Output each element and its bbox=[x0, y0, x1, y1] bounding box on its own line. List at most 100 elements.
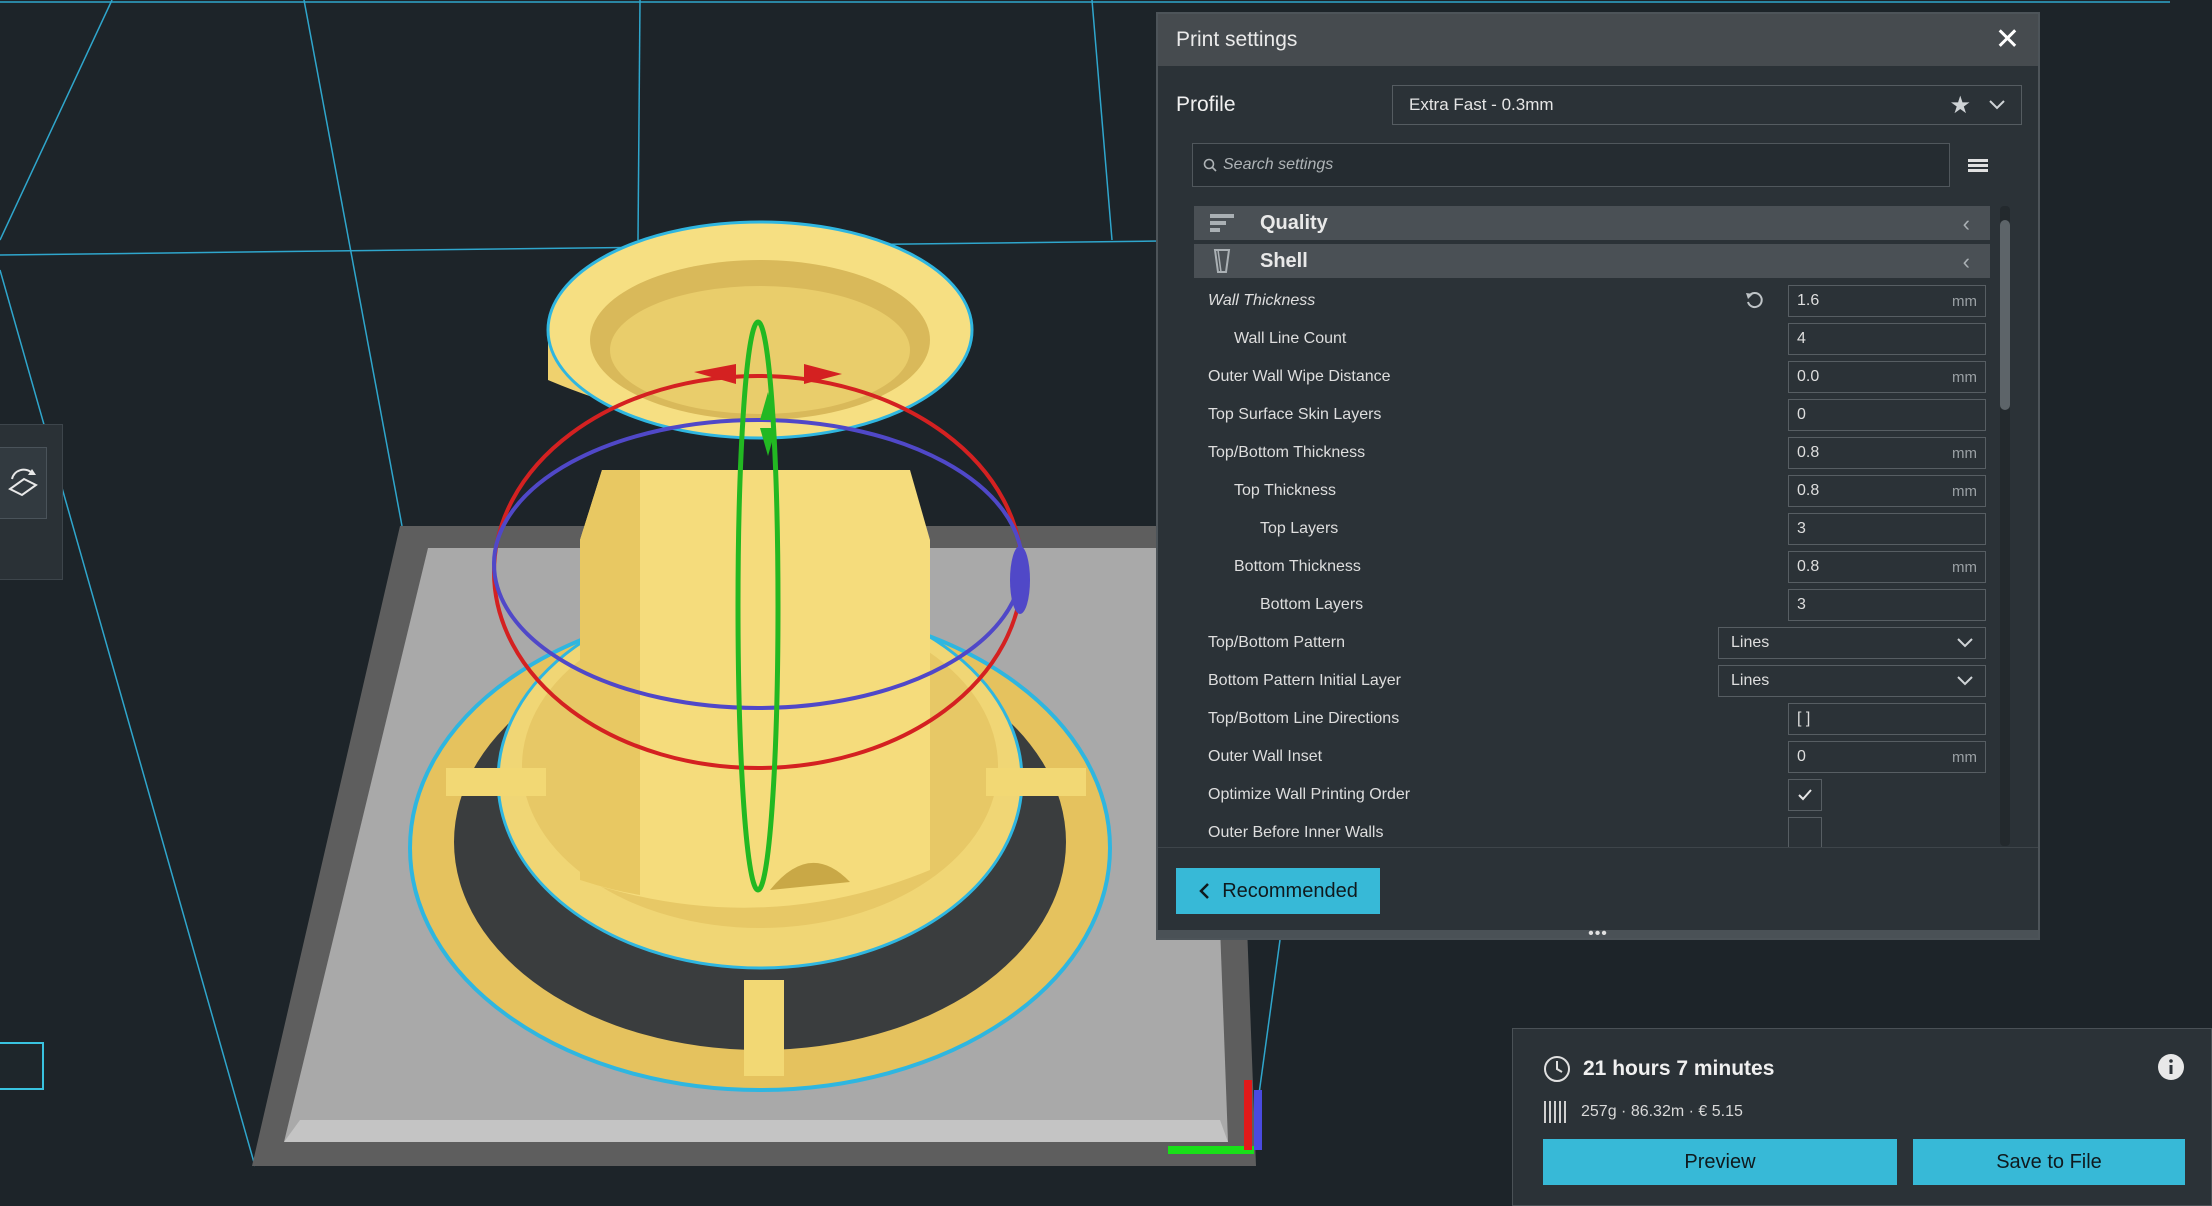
settings-scroll-thumb[interactable] bbox=[2000, 220, 2010, 410]
info-icon[interactable] bbox=[2157, 1053, 2185, 1086]
select-value: Lines bbox=[1731, 672, 1770, 689]
setting-top-surface-skin-layers: Top Surface Skin Layers 0 bbox=[1194, 396, 1990, 434]
left-panel-input[interactable] bbox=[0, 1042, 44, 1090]
top-bottom-pattern-select[interactable]: Lines bbox=[1718, 627, 1986, 659]
search-icon bbox=[1203, 158, 1217, 172]
field-unit: mm bbox=[1952, 482, 1977, 500]
top-surface-skin-layers-field[interactable]: 0 bbox=[1788, 399, 1986, 431]
setting-label: Bottom Thickness bbox=[1234, 558, 1361, 575]
close-icon[interactable]: ✕ bbox=[1995, 25, 2020, 55]
setting-top-layers: Top Layers 3 bbox=[1194, 510, 1990, 548]
category-quality[interactable]: Quality ‹ bbox=[1194, 206, 1990, 240]
field-unit: mm bbox=[1952, 292, 1977, 310]
outer-before-inner-walls-checkbox[interactable] bbox=[1788, 817, 1822, 849]
category-label: Quality bbox=[1260, 211, 1328, 234]
wall-line-count-field[interactable]: 4 bbox=[1788, 323, 1986, 355]
setting-label: Bottom Pattern Initial Layer bbox=[1208, 672, 1401, 689]
search-row: Search settings bbox=[1192, 142, 2006, 188]
outer-wall-wipe-distance-field[interactable]: 0.0 mm bbox=[1788, 361, 1986, 393]
setting-top-thickness: Top Thickness 0.8 mm bbox=[1194, 472, 1990, 510]
quality-icon bbox=[1208, 211, 1236, 235]
chevron-left-icon bbox=[1199, 883, 1210, 899]
recommended-label: Recommended bbox=[1222, 879, 1358, 902]
setting-label: Top/Bottom Line Directions bbox=[1208, 710, 1400, 727]
chevron-left-icon: ‹ bbox=[1962, 249, 1970, 274]
material-stats-text: 257g · 86.32m · € 5.15 bbox=[1581, 1103, 1743, 1120]
field-unit: mm bbox=[1952, 444, 1977, 462]
preview-button[interactable]: Preview bbox=[1543, 1139, 1897, 1185]
field-value: [ ] bbox=[1797, 710, 1811, 727]
material-stats: 257g · 86.32m · € 5.15 bbox=[1543, 1099, 1743, 1125]
field-value: 4 bbox=[1797, 330, 1806, 347]
setting-label: Outer Wall Wipe Distance bbox=[1208, 368, 1391, 385]
setting-label: Outer Wall Inset bbox=[1208, 748, 1323, 765]
settings-list[interactable]: Quality ‹ Shell ‹ Wall Thickness 1.6 mm … bbox=[1194, 206, 1990, 854]
bottom-layers-field[interactable]: 3 bbox=[1788, 589, 1986, 621]
profile-label: Profile bbox=[1176, 93, 1236, 116]
profile-row: Profile Extra Fast - 0.3mm ★ bbox=[1176, 84, 2022, 126]
select-value: Lines bbox=[1731, 634, 1770, 651]
setting-label: Top Surface Skin Layers bbox=[1208, 406, 1382, 423]
optimize-wall-printing-order-checkbox[interactable] bbox=[1788, 779, 1822, 811]
setting-top-bottom-pattern: Top/Bottom Pattern Lines bbox=[1194, 624, 1990, 662]
field-value: 0 bbox=[1797, 406, 1806, 423]
search-input[interactable]: Search settings bbox=[1192, 143, 1950, 187]
wall-thickness-field[interactable]: 1.6 mm bbox=[1788, 285, 1986, 317]
setting-label: Optimize Wall Printing Order bbox=[1208, 786, 1411, 803]
clock-icon bbox=[1544, 1056, 1570, 1082]
setting-label: Top/Bottom Thickness bbox=[1208, 444, 1366, 461]
rotate-tool-button[interactable] bbox=[0, 447, 47, 519]
save-to-file-button[interactable]: Save to File bbox=[1913, 1139, 2185, 1185]
outer-wall-inset-field[interactable]: 0 mm bbox=[1788, 741, 1986, 773]
spool-icon bbox=[1544, 1101, 1566, 1123]
chevron-down-icon bbox=[1989, 100, 2005, 110]
field-unit: mm bbox=[1952, 368, 1977, 386]
profile-select[interactable]: Extra Fast - 0.3mm ★ bbox=[1392, 85, 2022, 125]
top-layers-field[interactable]: 3 bbox=[1788, 513, 1986, 545]
top-bottom-line-directions-field[interactable]: [ ] bbox=[1788, 703, 1986, 735]
panel-header: Print settings ✕ bbox=[1158, 14, 2038, 66]
rotate-tool-icon bbox=[8, 468, 38, 497]
setting-outer-wall-wipe-distance: Outer Wall Wipe Distance 0.0 mm bbox=[1194, 358, 1990, 396]
panel-resize-handle[interactable]: ••• bbox=[1158, 926, 2038, 942]
field-value: 0.8 bbox=[1797, 482, 1820, 499]
star-icon[interactable]: ★ bbox=[1949, 91, 1971, 120]
print-settings-panel: Print settings ✕ Profile Extra Fast - 0.… bbox=[1156, 12, 2040, 942]
setting-bottom-pattern-initial-layer: Bottom Pattern Initial Layer Lines bbox=[1194, 662, 1990, 700]
search-placeholder: Search settings bbox=[1223, 156, 1334, 173]
setting-wall-thickness: Wall Thickness 1.6 mm bbox=[1194, 282, 1990, 320]
setting-outer-wall-inset: Outer Wall Inset 0 mm bbox=[1194, 738, 1990, 776]
job-specs-panel: 21 hours 7 minutes 257g · 86.32m · € 5.1… bbox=[1512, 1028, 2212, 1206]
setting-bottom-thickness: Bottom Thickness 0.8 mm bbox=[1194, 548, 1990, 586]
chevron-left-icon: ‹ bbox=[1962, 211, 1970, 236]
setting-label: Bottom Layers bbox=[1260, 596, 1364, 613]
shell-icon bbox=[1208, 249, 1236, 273]
reset-icon[interactable] bbox=[1744, 290, 1764, 315]
category-label: Shell bbox=[1260, 249, 1308, 272]
field-value: 0.8 bbox=[1797, 558, 1820, 575]
profile-value: Extra Fast - 0.3mm bbox=[1409, 95, 1554, 114]
setting-bottom-layers: Bottom Layers 3 bbox=[1194, 586, 1990, 624]
setting-label: Outer Before Inner Walls bbox=[1208, 824, 1384, 841]
field-unit: mm bbox=[1952, 748, 1977, 766]
panel-footer: Recommended ••• bbox=[1158, 847, 2038, 942]
setting-label: Top/Bottom Pattern bbox=[1208, 634, 1345, 651]
field-value: 0 bbox=[1797, 748, 1806, 765]
bottom-pattern-initial-layer-select[interactable]: Lines bbox=[1718, 665, 1986, 697]
field-value: 0.0 bbox=[1797, 368, 1820, 385]
setting-top-bottom-thickness: Top/Bottom Thickness 0.8 mm bbox=[1194, 434, 1990, 472]
checkmark-icon bbox=[1798, 789, 1812, 801]
category-shell[interactable]: Shell ‹ bbox=[1194, 244, 1990, 278]
setting-optimize-wall-printing-order: Optimize Wall Printing Order bbox=[1194, 776, 1990, 814]
settings-menu-icon[interactable] bbox=[1950, 157, 2006, 174]
field-value: 1.6 bbox=[1797, 292, 1820, 309]
setting-label: Top Thickness bbox=[1234, 482, 1336, 499]
setting-label: Wall Line Count bbox=[1234, 330, 1347, 347]
top-bottom-thickness-field[interactable]: 0.8 mm bbox=[1788, 437, 1986, 469]
recommended-button[interactable]: Recommended bbox=[1176, 868, 1380, 914]
bottom-thickness-field[interactable]: 0.8 mm bbox=[1788, 551, 1986, 583]
top-thickness-field[interactable]: 0.8 mm bbox=[1788, 475, 1986, 507]
panel-title: Print settings bbox=[1176, 28, 1298, 51]
chevron-down-icon bbox=[1957, 676, 1973, 686]
field-value: 3 bbox=[1797, 520, 1806, 537]
